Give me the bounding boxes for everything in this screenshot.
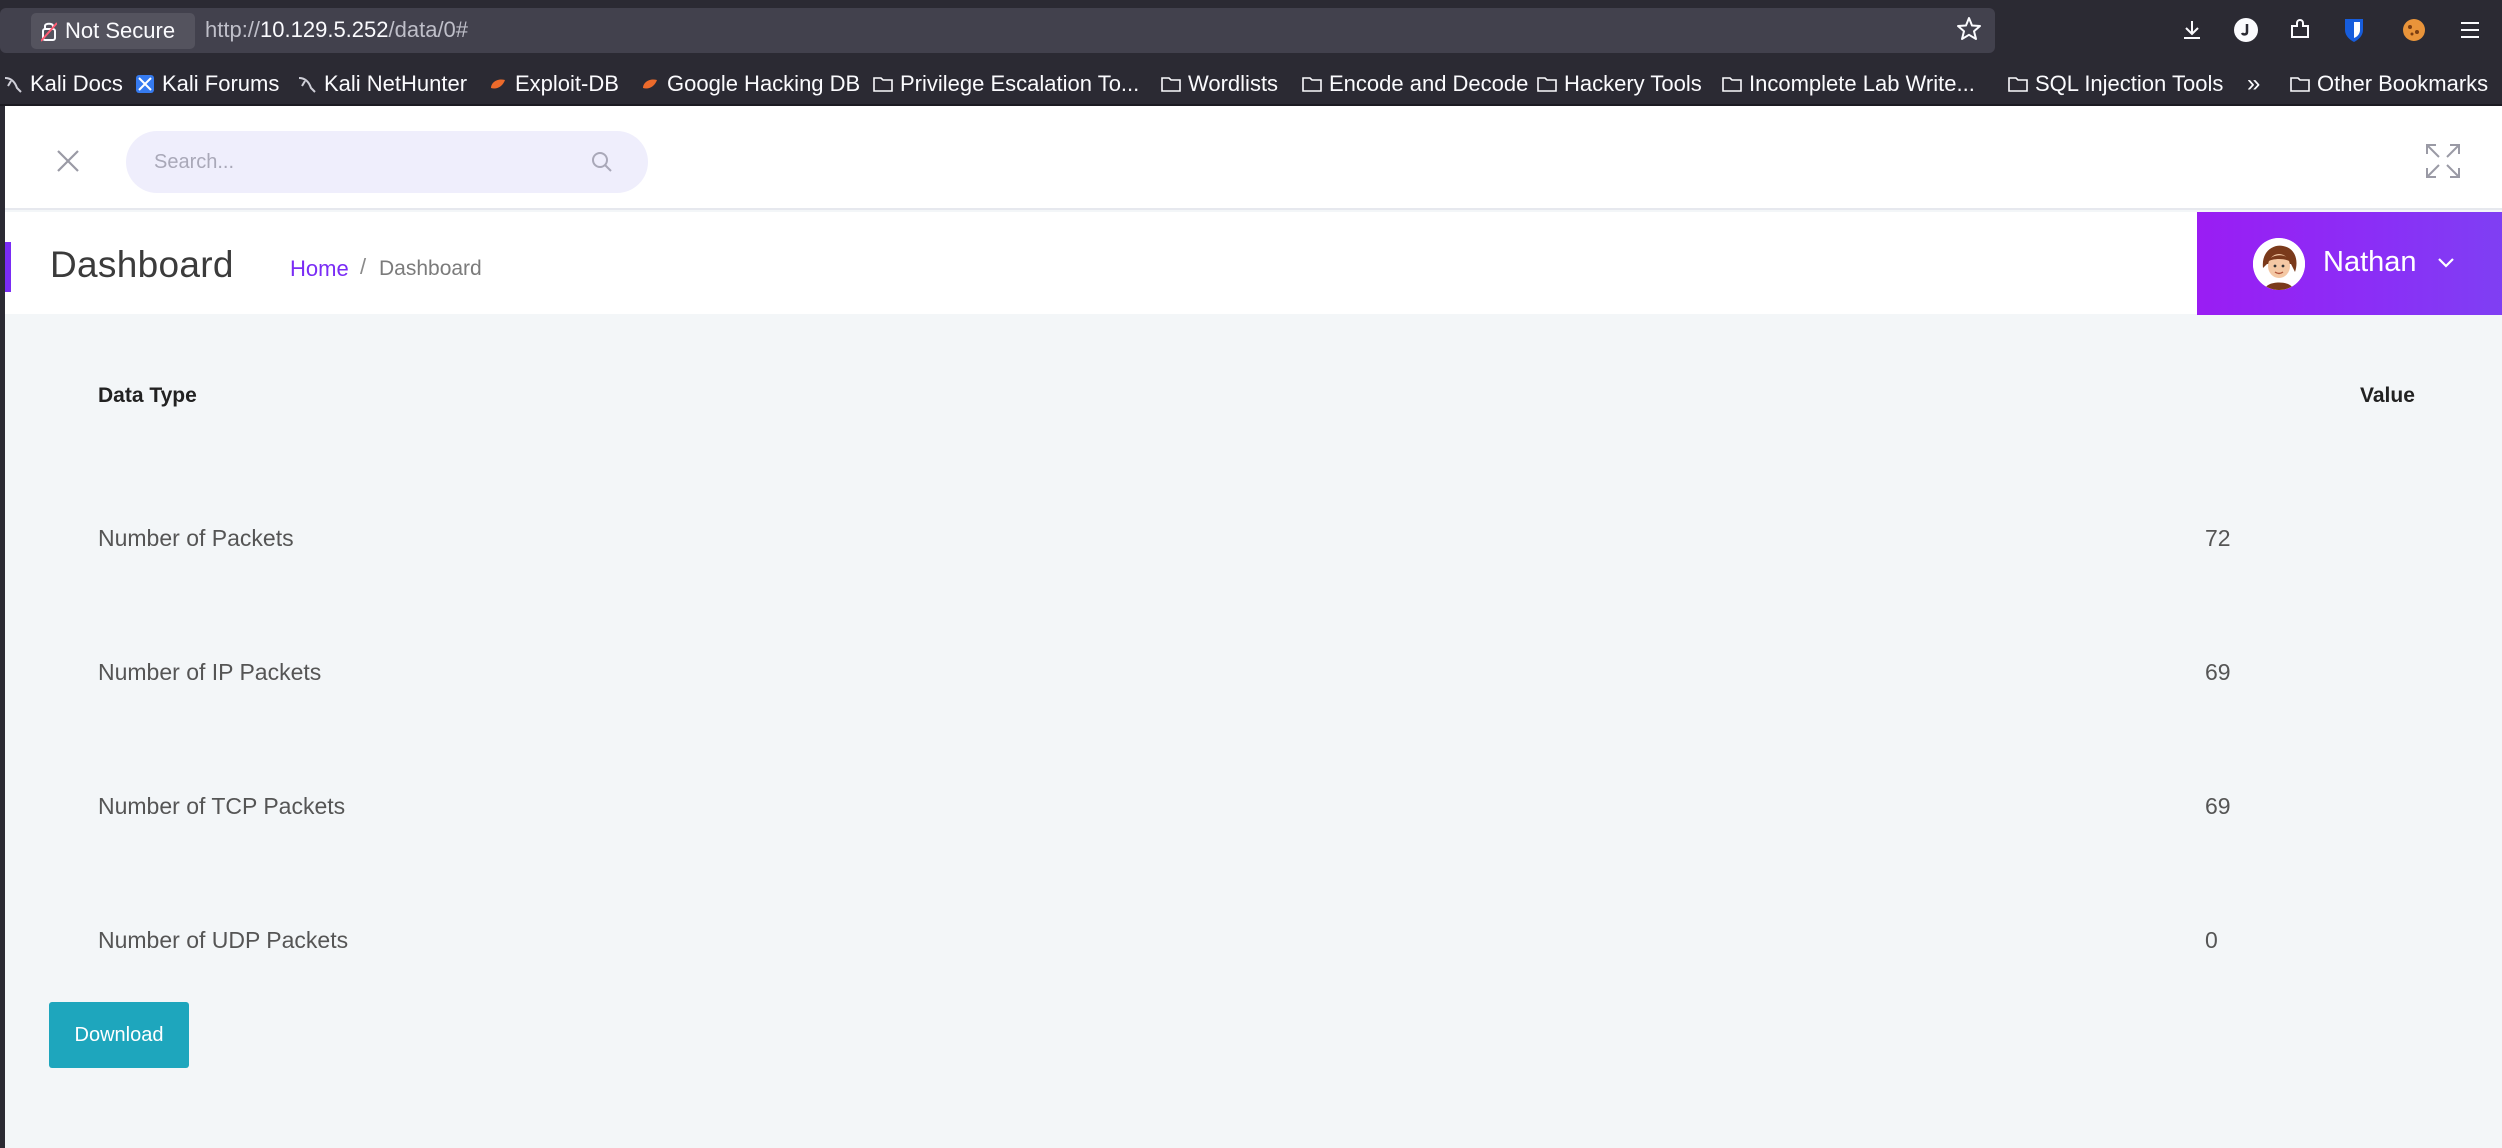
row-value: 0	[2205, 927, 2218, 953]
page-content: Dashboard Home / Dashboard Nathan Data T…	[5, 106, 2502, 1148]
breadcrumb-home-link[interactable]: Home	[290, 256, 349, 282]
row-value: 72	[2205, 525, 2231, 551]
search-box	[126, 131, 648, 193]
extensions-puzzle-icon[interactable]	[2286, 16, 2314, 44]
close-sidebar-icon[interactable]	[53, 146, 83, 176]
bookmark-folder-hackery-tools[interactable]: Hackery Tools	[1537, 70, 1702, 98]
bookmark-label: Encode and Decode	[1329, 71, 1529, 96]
column-header-value: Value	[2360, 384, 2415, 407]
breadcrumb-current: Dashboard	[379, 257, 482, 280]
folder-icon	[1722, 77, 1742, 92]
bookmark-folder-incomplete-lab[interactable]: Incomplete Lab Write...	[1722, 70, 1975, 98]
exploit-db-icon	[643, 79, 657, 89]
bookmark-label: Hackery Tools	[1564, 71, 1702, 96]
bookmark-label: Kali Forums	[162, 71, 280, 96]
bookmark-label: SQL Injection Tools	[2035, 71, 2224, 96]
fullscreen-icon[interactable]	[2424, 142, 2462, 180]
user-name: Nathan	[2323, 246, 2417, 278]
page-header: Dashboard Home / Dashboard	[5, 212, 2502, 314]
column-header-data-type: Data Type	[98, 384, 197, 407]
bookmarks-overflow-button[interactable]: »	[2247, 70, 2260, 98]
row-value: 69	[2205, 793, 2231, 819]
bookmark-label: Kali Docs	[30, 71, 123, 96]
bookmark-folder-privilege-escalation[interactable]: Privilege Escalation To...	[873, 70, 1139, 98]
bookmark-google-hacking-db[interactable]: Google Hacking DB	[640, 70, 860, 98]
search-input[interactable]	[154, 147, 574, 177]
exploit-db-icon	[491, 79, 505, 89]
bookmark-kali-nethunter[interactable]: Kali NetHunter	[297, 70, 467, 98]
bookmark-folder-encode-decode[interactable]: Encode and Decode	[1302, 70, 1528, 98]
bookmark-label: Google Hacking DB	[667, 71, 861, 96]
folder-icon	[2008, 77, 2028, 92]
header-accent-bar	[5, 242, 11, 292]
security-indicator[interactable]: Not Secure	[31, 13, 195, 49]
page-title: Dashboard	[50, 244, 234, 285]
folder-icon	[1302, 77, 1322, 92]
bookmark-label: Exploit-DB	[515, 71, 619, 96]
bookmark-label: Privilege Escalation To...	[900, 71, 1140, 96]
bookmark-label: Kali NetHunter	[324, 71, 468, 96]
top-navbar	[5, 106, 2502, 210]
kali-forums-icon	[136, 75, 154, 93]
bookmark-folder-other[interactable]: Other Bookmarks	[2290, 70, 2488, 98]
bookmark-label: Incomplete Lab Write...	[1749, 71, 1975, 96]
folder-icon	[1537, 77, 1557, 92]
breadcrumb-separator: /	[360, 254, 367, 279]
bookmark-star-icon[interactable]	[1955, 15, 1983, 43]
bookmark-label: Other Bookmarks	[2317, 71, 2489, 96]
search-icon[interactable]	[590, 150, 614, 174]
avatar	[2253, 238, 2305, 290]
kali-dragon-icon	[4, 77, 22, 93]
download-icon[interactable]	[2178, 16, 2206, 44]
row-label: Number of UDP Packets	[98, 927, 349, 953]
row-label: Number of IP Packets	[98, 659, 322, 685]
folder-icon	[873, 77, 893, 92]
bookmark-kali-forums[interactable]: Kali Forums	[135, 70, 279, 98]
folder-icon	[1161, 77, 1181, 92]
insecure-lock-icon	[41, 22, 57, 42]
cookie-extension-icon[interactable]	[2400, 16, 2428, 44]
bitwarden-shield-icon[interactable]	[2340, 16, 2368, 44]
browser-toolbar: Not Secure http://10.129.5.252/data/0#	[0, 0, 2502, 62]
extension-j-icon[interactable]	[2232, 16, 2260, 44]
chevron-down-icon	[2438, 258, 2454, 268]
chevron-double-right-icon: »	[2247, 70, 2261, 97]
bookmark-folder-wordlists[interactable]: Wordlists	[1161, 70, 1278, 98]
bookmark-folder-sql-injection[interactable]: SQL Injection Tools	[2008, 70, 2223, 98]
kali-dragon-icon	[298, 77, 316, 93]
user-menu[interactable]: Nathan	[2197, 212, 2502, 315]
url-text[interactable]: http://10.129.5.252/data/0#	[205, 17, 468, 43]
bookmark-kali-docs[interactable]: Kali Docs	[3, 70, 123, 98]
row-label: Number of Packets	[98, 525, 294, 551]
download-button[interactable]: Download	[49, 1002, 189, 1068]
hamburger-menu-icon[interactable]	[2456, 16, 2484, 44]
bookmarks-toolbar: Kali Docs Kali Forums Kali NetHunter Exp…	[0, 62, 2502, 106]
row-label: Number of TCP Packets	[98, 793, 346, 819]
row-value: 69	[2205, 659, 2231, 685]
bookmark-label: Wordlists	[1188, 71, 1279, 96]
bookmark-exploit-db[interactable]: Exploit-DB	[488, 70, 619, 98]
folder-icon	[2290, 77, 2310, 92]
security-label: Not Secure	[65, 18, 176, 43]
